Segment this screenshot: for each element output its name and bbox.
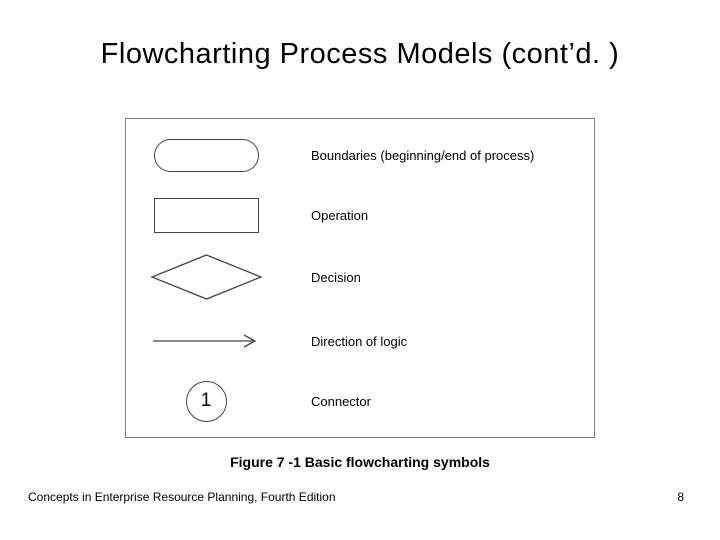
shape-cell [126, 185, 286, 245]
footer-source: Concepts in Enterprise Resource Planning… [28, 490, 336, 504]
symbol-row-operation: Operation [126, 185, 594, 245]
terminator-shape-icon [154, 139, 259, 172]
shape-cell [126, 125, 286, 185]
arrow-icon [149, 331, 264, 351]
figure-box: Boundaries (beginning/end of process) Op… [125, 118, 595, 438]
connector-text: 1 [201, 390, 212, 412]
decision-shape-icon [149, 253, 264, 301]
decision-label: Decision [311, 247, 361, 307]
symbol-row-arrow: Direction of logic [126, 311, 594, 371]
arrow-label: Direction of logic [311, 311, 407, 371]
symbol-row-connector: 1 Connector [126, 371, 594, 431]
footer-page-number: 8 [677, 490, 684, 504]
shape-cell [126, 311, 286, 371]
symbol-row-decision: Decision [126, 247, 594, 307]
connector-shape-icon: 1 [186, 381, 227, 422]
shape-cell: 1 [126, 371, 286, 431]
slide-title: Flowcharting Process Models (cont’d. ) [0, 38, 720, 71]
connector-label: Connector [311, 371, 371, 431]
terminator-label: Boundaries (beginning/end of process) [311, 125, 534, 185]
symbol-row-terminator: Boundaries (beginning/end of process) [126, 125, 594, 185]
figure-caption: Figure 7 -1 Basic flowcharting symbols [0, 454, 720, 470]
shape-cell [126, 247, 286, 307]
operation-shape-icon [154, 198, 259, 233]
operation-label: Operation [311, 185, 368, 245]
